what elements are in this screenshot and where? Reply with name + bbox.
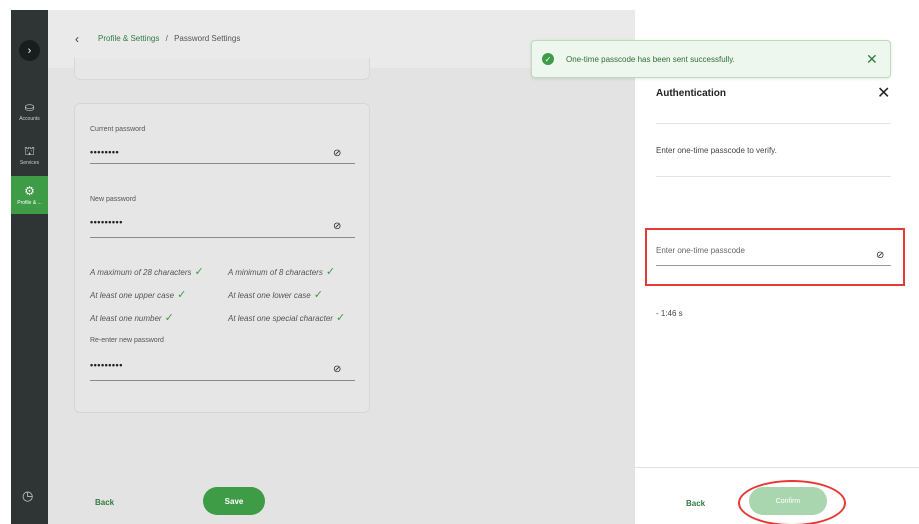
check-icon: ✓ bbox=[313, 289, 323, 301]
annotation-highlight-box bbox=[645, 228, 905, 286]
chevron-right-icon: › bbox=[27, 44, 32, 57]
sidebar-item-profile-settings[interactable]: ⚙ Profile & ... bbox=[11, 176, 48, 214]
sidebar: › ⛀ Accounts ⛫ Services ⚙ Profile & ... … bbox=[11, 10, 48, 524]
sidebar-item-services[interactable]: ⛫ Services bbox=[11, 136, 48, 174]
authentication-panel: Authentication ✕ Enter one-time passcode… bbox=[635, 10, 919, 524]
back-link[interactable]: Back bbox=[95, 498, 114, 507]
reenter-password-label: Re-enter new password bbox=[90, 337, 164, 344]
eye-off-icon[interactable]: ⊘ bbox=[333, 364, 341, 375]
sidebar-item-accounts[interactable]: ⛀ Accounts bbox=[11, 92, 48, 130]
current-password-label: Current password bbox=[90, 126, 146, 133]
accounts-icon: ⛀ bbox=[24, 99, 35, 114]
breadcrumb-current: Password Settings bbox=[174, 34, 241, 43]
close-icon[interactable]: ✕ bbox=[866, 51, 878, 68]
new-password-label: New password bbox=[90, 196, 136, 203]
rule-text: At least one number bbox=[90, 314, 162, 323]
instruction-text: Enter one-time passcode to verify. bbox=[656, 146, 777, 155]
toast-message: One-time passcode has been sent successf… bbox=[566, 55, 735, 64]
password-rule: At least one upper case ✓ bbox=[90, 288, 186, 301]
panel-back-link[interactable]: Back bbox=[686, 499, 705, 508]
expand-sidebar-button[interactable]: › bbox=[19, 40, 40, 61]
success-toast: ✓ One-time passcode has been sent succes… bbox=[531, 40, 891, 78]
sidebar-item-label: Profile & ... bbox=[17, 199, 42, 206]
field-underline bbox=[90, 380, 355, 381]
panel-title: Authentication bbox=[656, 88, 726, 99]
password-rule: A minimum of 8 characters ✓ bbox=[228, 265, 335, 278]
countdown-timer: - 1:46 s bbox=[656, 309, 683, 318]
check-icon: ✓ bbox=[335, 312, 346, 324]
new-password-field[interactable]: ••••••••• bbox=[90, 217, 123, 227]
check-icon: ✓ bbox=[194, 266, 204, 278]
breadcrumb: Profile & Settings / Password Settings bbox=[98, 34, 240, 43]
rule-text: At least one upper case bbox=[90, 291, 175, 300]
close-icon[interactable]: ✕ bbox=[877, 83, 890, 103]
gear-icon: ⚙ bbox=[24, 183, 35, 198]
eye-off-icon[interactable]: ⊘ bbox=[333, 221, 341, 232]
password-rule: At least one special character ✓ bbox=[228, 311, 345, 324]
services-icon: ⛫ bbox=[23, 143, 36, 158]
password-rule: At least one lower case ✓ bbox=[228, 288, 323, 301]
rule-text: At least one lower case bbox=[228, 291, 311, 300]
rule-text: At least one special character bbox=[228, 314, 333, 323]
check-icon: ✓ bbox=[177, 289, 187, 301]
check-circle-icon: ✓ bbox=[542, 53, 554, 65]
check-icon: ✓ bbox=[325, 266, 336, 278]
divider bbox=[635, 467, 919, 468]
rule-text: A maximum of 28 characters bbox=[90, 268, 192, 277]
field-underline bbox=[90, 163, 355, 164]
current-password-field[interactable]: •••••••• bbox=[90, 147, 119, 157]
password-form-card: Current password •••••••• ⊘ New password… bbox=[74, 103, 370, 413]
chevron-left-icon[interactable]: ‹ bbox=[75, 32, 79, 46]
history-icon[interactable]: ◷ bbox=[22, 488, 33, 504]
main-content: ‹ Profile & Settings / Password Settings… bbox=[48, 10, 635, 524]
collapsed-card bbox=[74, 58, 370, 80]
field-underline bbox=[90, 237, 355, 238]
sidebar-item-label: Accounts bbox=[19, 115, 40, 122]
eye-off-icon[interactable]: ⊘ bbox=[333, 148, 341, 159]
breadcrumb-separator: / bbox=[165, 34, 168, 43]
divider bbox=[656, 176, 891, 177]
annotation-highlight-ellipse bbox=[738, 480, 846, 524]
breadcrumb-link-profile-settings[interactable]: Profile & Settings bbox=[98, 34, 159, 43]
save-button[interactable]: Save bbox=[203, 487, 265, 515]
rule-text: A minimum of 8 characters bbox=[228, 268, 323, 277]
password-rule: At least one number ✓ bbox=[90, 311, 174, 324]
password-rule: A maximum of 28 characters ✓ bbox=[90, 265, 204, 278]
check-icon: ✓ bbox=[164, 312, 174, 324]
sidebar-item-label: Services bbox=[19, 159, 40, 166]
divider bbox=[656, 123, 891, 124]
reenter-password-field[interactable]: ••••••••• bbox=[90, 360, 123, 370]
